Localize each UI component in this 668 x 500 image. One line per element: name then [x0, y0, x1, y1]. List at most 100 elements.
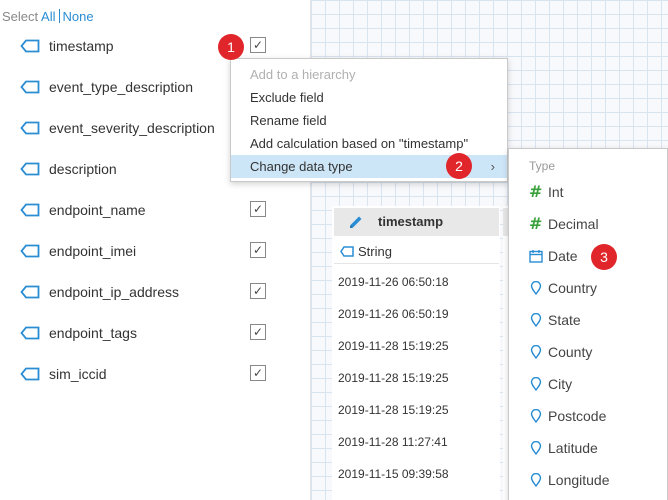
- check-icon: ✓: [253, 38, 264, 52]
- preview-column-type: String: [334, 240, 499, 264]
- field-row-endpoint_imei[interactable]: endpoint_imei ✓: [0, 240, 310, 262]
- type-option-int[interactable]: # Int: [509, 180, 667, 204]
- preview-cell: 2019-11-28 15:19:25: [338, 339, 449, 353]
- select-bar: Select All None: [2, 9, 94, 24]
- field-row-timestamp[interactable]: timestamp ✓: [0, 35, 310, 57]
- check-icon: ✓: [253, 325, 264, 339]
- select-all-link[interactable]: All: [41, 9, 55, 24]
- type-option-label: Latitude: [548, 440, 598, 456]
- select-separator: [58, 9, 60, 23]
- check-icon: ✓: [253, 366, 264, 380]
- preview-cell: 2019-11-28 11:27:41: [338, 435, 448, 449]
- menu-item-label: Rename field: [250, 113, 327, 128]
- type-option-date[interactable]: Date: [509, 244, 667, 268]
- preview-type-label: String: [358, 244, 392, 259]
- field-name: endpoint_tags: [49, 325, 137, 341]
- field-name: endpoint_ip_address: [49, 284, 179, 300]
- text-tag-icon: [20, 121, 40, 135]
- chevron-right-icon: ›: [490, 159, 495, 174]
- type-option-postcode[interactable]: Postcode: [509, 404, 667, 428]
- type-option-longitude[interactable]: Longitude: [509, 468, 667, 492]
- menu-item-label: Add calculation based on "timestamp": [250, 136, 469, 151]
- menu-item-label: Exclude field: [250, 90, 324, 105]
- location-pin-icon: [530, 313, 542, 327]
- type-option-label: Date: [548, 248, 578, 264]
- type-option-label: Decimal: [548, 216, 599, 232]
- type-option-label: Country: [548, 280, 598, 296]
- menu-item-rename-field[interactable]: Rename field: [231, 109, 507, 132]
- hash-icon: #: [529, 182, 543, 201]
- data-preview-column: timestamp String 2019-11-26 06:50:18 2019…: [332, 206, 500, 500]
- type-option-state[interactable]: State: [509, 308, 667, 332]
- preview-cell: 2019-11-26 06:50:19: [338, 307, 449, 321]
- type-option-latitude[interactable]: Latitude: [509, 436, 667, 460]
- data-type-submenu: Type # Int # Decimal Date Country State County C…: [508, 148, 668, 500]
- type-option-decimal[interactable]: # Decimal: [509, 212, 667, 236]
- check-icon: ✓: [253, 243, 264, 257]
- check-icon: ✓: [253, 202, 264, 216]
- preview-cell: 2019-11-26 06:50:18: [338, 275, 449, 289]
- type-option-label: Postcode: [548, 408, 607, 424]
- step-badge-1: 1: [218, 34, 244, 60]
- text-tag-icon: [20, 244, 40, 258]
- preview-column-header[interactable]: timestamp: [334, 208, 499, 236]
- field-include-checkbox[interactable]: ✓: [250, 283, 266, 299]
- type-option-county[interactable]: County: [509, 340, 667, 364]
- menu-item-label: Add to a hierarchy: [250, 67, 356, 82]
- field-row-sim_iccid[interactable]: sim_iccid ✓: [0, 363, 310, 385]
- location-pin-icon: [530, 441, 542, 455]
- menu-item-exclude-field[interactable]: Exclude field: [231, 86, 507, 109]
- field-include-checkbox[interactable]: ✓: [250, 324, 266, 340]
- select-none-link[interactable]: None: [63, 9, 94, 24]
- field-include-checkbox[interactable]: ✓: [250, 242, 266, 258]
- field-name: endpoint_imei: [49, 243, 137, 259]
- type-option-label: County: [548, 344, 593, 360]
- text-tag-icon: [20, 326, 40, 340]
- text-tag-icon: [20, 80, 40, 94]
- text-tag-icon: [20, 162, 40, 176]
- check-icon: ✓: [253, 284, 264, 298]
- step-badge-3: 3: [591, 244, 617, 270]
- type-option-country[interactable]: Country: [509, 276, 667, 300]
- field-include-checkbox[interactable]: ✓: [250, 201, 266, 217]
- submenu-header: Type: [529, 159, 556, 173]
- preview-cell: 2019-11-15 09:39:58: [338, 467, 449, 481]
- type-option-label: City: [548, 376, 573, 392]
- location-pin-icon: [530, 377, 542, 391]
- menu-item-add-calculation[interactable]: Add calculation based on "timestamp": [231, 132, 507, 155]
- location-pin-icon: [530, 345, 542, 359]
- field-name: timestamp: [49, 38, 114, 54]
- type-option-city[interactable]: City: [509, 372, 667, 396]
- field-row-endpoint_name[interactable]: endpoint_name ✓: [0, 199, 310, 221]
- field-name: description: [49, 161, 117, 177]
- hash-icon: #: [529, 214, 543, 233]
- menu-item-add-to-hierarchy: Add to a hierarchy: [231, 63, 507, 86]
- preview-cell: 2019-11-28 15:19:25: [338, 403, 449, 417]
- field-row-endpoint_tags[interactable]: endpoint_tags ✓: [0, 322, 310, 344]
- field-include-checkbox[interactable]: ✓: [250, 37, 266, 53]
- field-name: endpoint_name: [49, 202, 146, 218]
- type-option-label: State: [548, 312, 581, 328]
- text-tag-icon: [340, 246, 354, 257]
- menu-item-label: Change data type: [250, 159, 353, 174]
- location-pin-icon: [530, 281, 542, 295]
- text-tag-icon: [20, 39, 40, 53]
- preview-cell: 2019-11-28 15:19:25: [338, 371, 449, 385]
- field-include-checkbox[interactable]: ✓: [250, 365, 266, 381]
- preview-column-title: timestamp: [378, 214, 444, 229]
- select-label: Select: [2, 9, 39, 24]
- location-pin-icon: [530, 473, 542, 487]
- calendar-icon: [529, 250, 543, 263]
- type-option-label: Int: [548, 184, 564, 200]
- location-pin-icon: [530, 409, 542, 423]
- text-tag-icon: [20, 285, 40, 299]
- type-option-label: Longitude: [548, 472, 610, 488]
- field-name: event_severity_description: [49, 120, 215, 136]
- step-badge-2: 2: [446, 153, 472, 179]
- field-name: event_type_description: [49, 79, 193, 95]
- text-tag-icon: [20, 203, 40, 217]
- text-tag-icon: [20, 367, 40, 381]
- field-row-endpoint_ip_address[interactable]: endpoint_ip_address ✓: [0, 281, 310, 303]
- field-name: sim_iccid: [49, 366, 107, 382]
- pencil-icon: [350, 216, 362, 228]
